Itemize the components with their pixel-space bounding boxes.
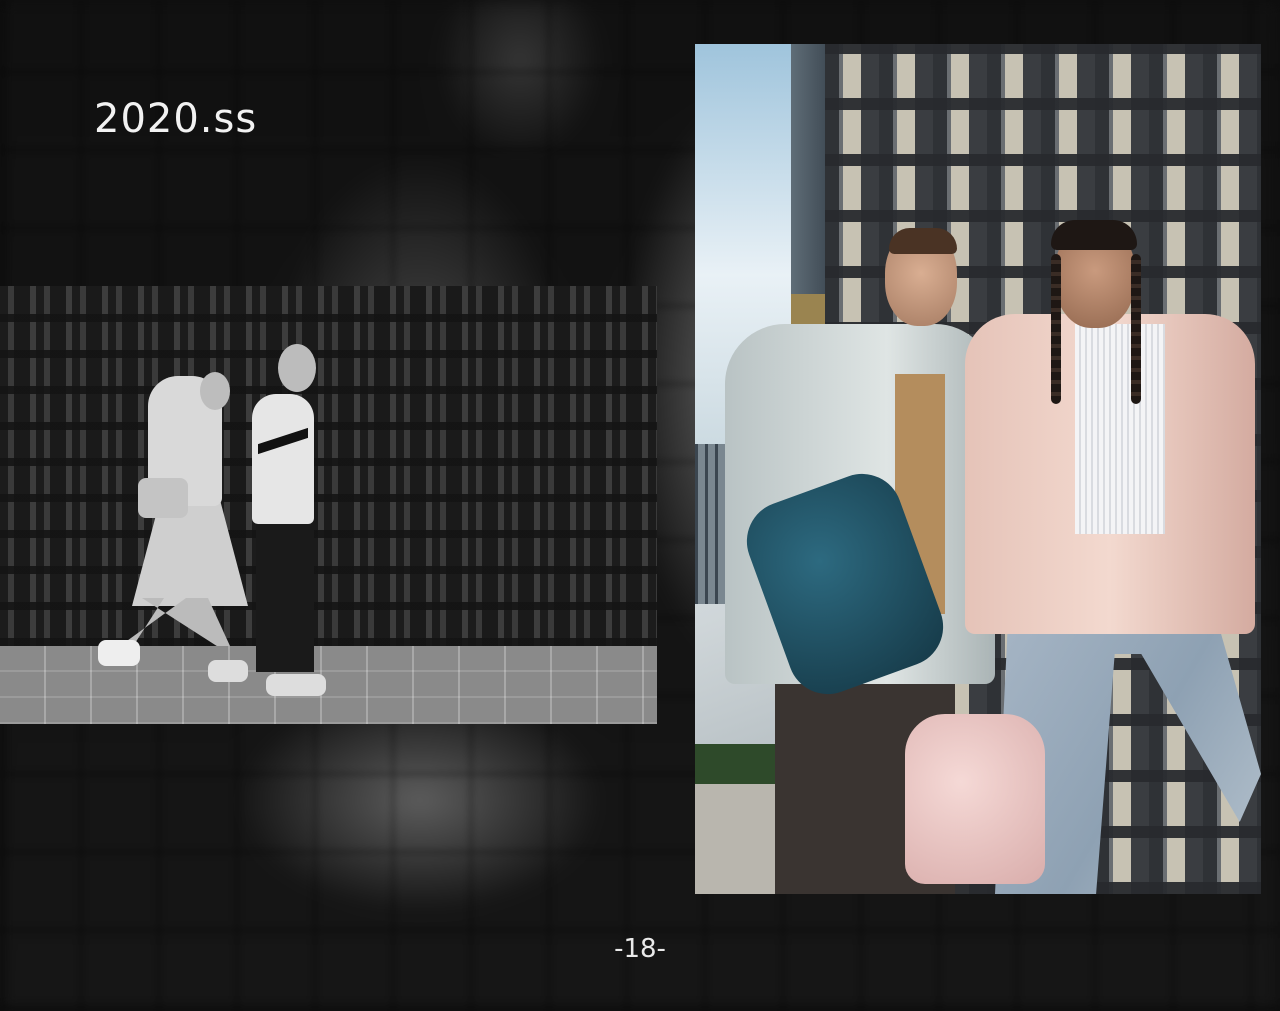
woman-bag (138, 478, 188, 518)
pink-backpack (905, 714, 1045, 884)
braid-right (1131, 254, 1141, 404)
man-pants (256, 522, 314, 672)
man-shoe-right (266, 674, 326, 696)
photo-color-couple-portrait (695, 44, 1261, 894)
braid-left (1051, 254, 1061, 404)
page-number: -18- (614, 934, 666, 964)
man-hoodie (252, 394, 314, 524)
woman-white-top (1075, 324, 1165, 534)
building-facade (0, 286, 657, 646)
woman-shoe (98, 640, 140, 666)
man-head (278, 344, 316, 392)
man-shoe-left (208, 660, 248, 682)
page-title: 2020.ss (94, 96, 258, 142)
woman-hair (1051, 220, 1137, 250)
woman-head (200, 372, 230, 410)
man-hair (889, 228, 957, 254)
photo-black-and-white-couple-walking (0, 286, 657, 724)
